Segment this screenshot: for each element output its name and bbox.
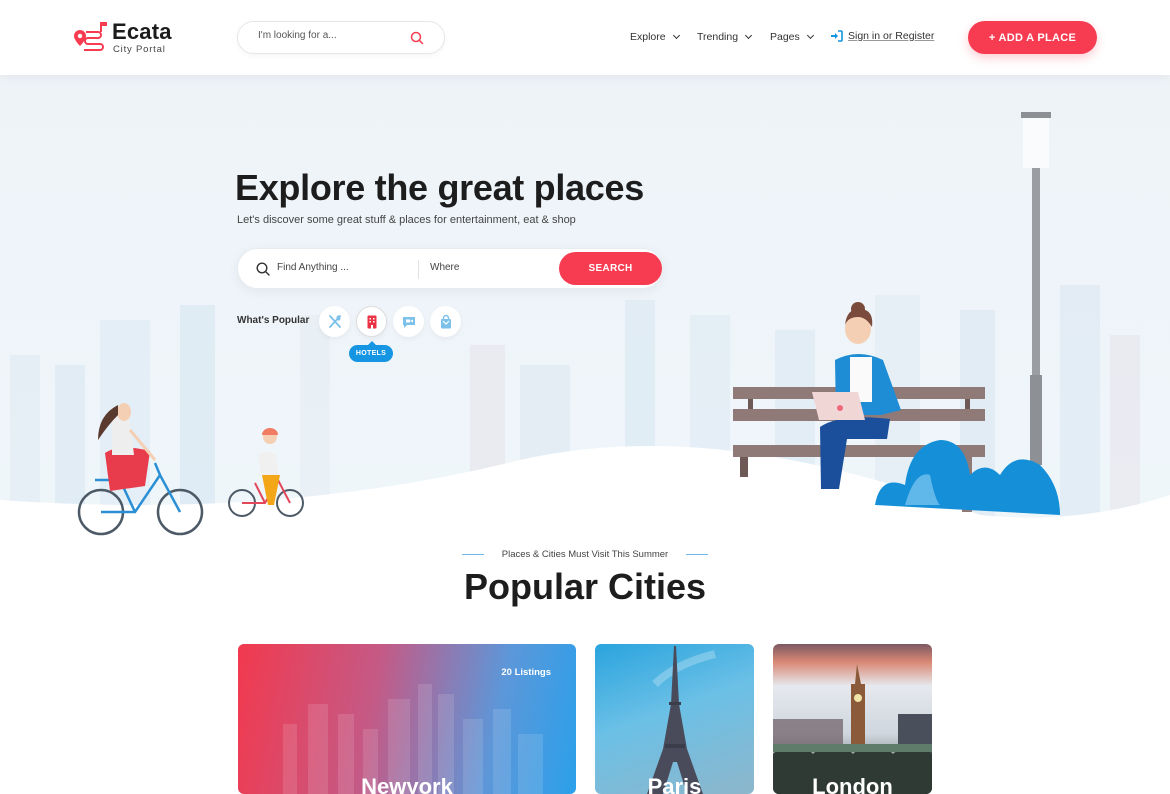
search-divider: [418, 260, 419, 279]
section-subtitle: Places & Cities Must Visit This Summer: [0, 549, 1170, 560]
listings-badge: 20 Listings: [501, 667, 551, 678]
category-events[interactable]: [393, 306, 424, 337]
nav-explore-label: Explore: [630, 31, 666, 43]
sign-in-link[interactable]: Sign in or Register: [830, 30, 934, 42]
hero-title: Explore the great places: [235, 167, 644, 208]
video-icon: [402, 316, 415, 328]
add-place-button[interactable]: + ADD A PLACE: [968, 21, 1097, 54]
decorative-line: [686, 553, 709, 555]
whats-popular-label: What's Popular: [237, 315, 310, 326]
chevron-down-icon: [806, 31, 814, 40]
sign-in-icon: [831, 30, 843, 42]
category-tooltip: HOTELS: [349, 341, 393, 362]
hero-search-form: SEARCH: [237, 248, 663, 289]
city-card-paris[interactable]: Paris: [595, 644, 754, 794]
search-button[interactable]: SEARCH: [559, 252, 662, 285]
where-input[interactable]: [430, 262, 550, 273]
logo-title: Ecata: [112, 19, 172, 44]
restaurant-icon: [328, 314, 341, 328]
city-name: Newyork: [361, 774, 453, 794]
logo[interactable]: Ecata City Portal: [72, 18, 182, 58]
city-card-london[interactable]: London: [773, 644, 932, 794]
section-subtitle-text: Places & Cities Must Visit This Summer: [501, 549, 669, 560]
eiffel-tower-image: [647, 646, 716, 794]
find-anything-input[interactable]: [277, 262, 407, 273]
hero-subtitle: Let's discover some great stuff & places…: [237, 214, 576, 226]
nav-explore[interactable]: Explore: [630, 31, 680, 43]
street-lamp-icon: [1021, 112, 1051, 468]
category-hotels[interactable]: [356, 306, 387, 337]
chevron-down-icon: [672, 31, 680, 40]
hotel-icon: [367, 315, 376, 328]
hero-section: Explore the great places Let's discover …: [0, 75, 1170, 550]
city-name: London: [812, 774, 893, 794]
category-shopping[interactable]: [430, 306, 461, 337]
decorative-line: [461, 553, 484, 555]
chevron-down-icon: [745, 31, 753, 40]
shopping-bag-icon: [440, 314, 451, 328]
category-restaurants[interactable]: [319, 306, 350, 337]
city-card-newyork[interactable]: 20 Listings Newyork: [238, 644, 576, 794]
header-search-input[interactable]: [258, 30, 408, 41]
big-ben-image: [773, 664, 932, 794]
city-name: Paris: [647, 774, 702, 794]
search-icon[interactable]: [410, 31, 424, 45]
sign-in-label: Sign in or Register: [848, 30, 935, 42]
nav-trending[interactable]: Trending: [697, 31, 753, 43]
logo-subtitle: City Portal: [113, 44, 166, 55]
site-header: Ecata City Portal Explore Trending Pages…: [0, 0, 1170, 75]
nav-pages-label: Pages: [770, 31, 800, 43]
logo-map-pin-icon: [74, 22, 107, 51]
nav-trending-label: Trending: [697, 31, 739, 43]
woman-with-laptop-illustration: [812, 302, 901, 489]
nav-pages[interactable]: Pages: [770, 31, 814, 43]
search-icon: [256, 262, 270, 276]
section-title: Popular Cities: [463, 566, 707, 607]
header-search: [237, 21, 445, 54]
hero-illustration: [0, 112, 1170, 550]
